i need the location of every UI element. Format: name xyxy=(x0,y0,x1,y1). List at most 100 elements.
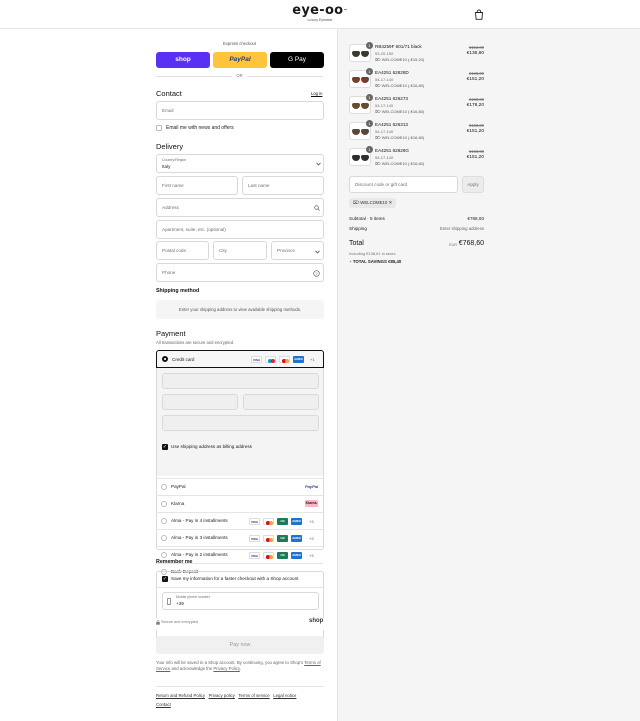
help-icon[interactable]: ? xyxy=(313,270,320,277)
refund-policy-link[interactable]: Return and Refund Policy xyxy=(156,693,205,698)
google-pay-button[interactable]: G Pay xyxy=(270,52,324,68)
name-on-card-field[interactable] xyxy=(162,415,319,431)
delivery-heading: Delivery xyxy=(156,142,184,151)
paypal-button[interactable]: PayPal xyxy=(213,52,267,68)
payment-option-alma-3[interactable]: Alma - Pay in 3 installments VISA CB AME… xyxy=(156,529,323,546)
product-discount: ⌦ WELCOME10 (-€15.20) xyxy=(375,57,425,62)
country-select[interactable]: Country/Region Italy xyxy=(156,154,324,173)
radio[interactable] xyxy=(161,484,167,490)
product-discount: ⌦ WELCOME10 (-€16,80) xyxy=(375,109,425,114)
login-link[interactable]: Log in xyxy=(311,91,322,96)
last-name-placeholder: Last name xyxy=(248,183,270,188)
legal-notice-link[interactable]: Legal notice xyxy=(273,693,296,698)
contact-link[interactable]: Contact xyxy=(156,702,171,707)
remove-discount-icon[interactable]: ✕ xyxy=(388,200,392,205)
mastercard-icon xyxy=(263,552,274,559)
applied-code: WELCOME10 xyxy=(360,200,388,205)
tag-icon: ⌦ xyxy=(353,200,360,205)
alma-4-label: Alma - Pay in 4 installments xyxy=(171,518,228,523)
phone-field[interactable]: Phone ? xyxy=(156,263,324,282)
applied-discount-tag: ⌦ WELCOME10 ✕ xyxy=(349,198,397,208)
amex-icon: AMEX xyxy=(291,552,302,559)
product-name: EA4251 62828D xyxy=(375,70,409,75)
city-field[interactable]: City xyxy=(213,241,267,260)
original-price: €198,00 xyxy=(468,97,484,102)
checkout-page: eye-oo™ Luxury Eyewear Express checkout … xyxy=(0,0,640,721)
security-code-field[interactable] xyxy=(243,394,319,410)
postal-code-field[interactable]: Postal code xyxy=(156,241,209,260)
bag-icon[interactable] xyxy=(474,9,484,20)
apartment-field[interactable]: Apartment, suite, etc. (optional) xyxy=(156,220,324,239)
address-field[interactable]: Address xyxy=(156,198,324,217)
klarna-logo: Klarna. xyxy=(305,500,318,507)
svg-text:?: ? xyxy=(315,271,318,276)
or-separator: OR xyxy=(232,73,247,78)
price: €151,20 xyxy=(466,129,484,134)
radio[interactable] xyxy=(161,552,167,558)
privacy-policy-link[interactable]: Privacy policy xyxy=(209,693,235,698)
terms-of-service-link[interactable]: Terms of service xyxy=(238,693,269,698)
first-name-field[interactable]: First name xyxy=(156,176,238,195)
email-field[interactable]: Email xyxy=(156,101,324,120)
price: €136,80 xyxy=(466,51,484,56)
quantity-badge: 1 xyxy=(366,146,373,153)
alma-3-label: Alma - Pay in 3 installments xyxy=(171,535,228,540)
expiration-date-field[interactable] xyxy=(162,394,238,410)
brand-tagline: Luxury Eyewear xyxy=(307,18,333,22)
lens xyxy=(361,51,369,57)
express-checkout-title: Express checkout xyxy=(222,41,257,46)
country-label: Country/Region xyxy=(162,158,187,162)
payment-option-credit-card[interactable]: Credit card VISA AMEX +1 xyxy=(156,350,324,368)
shipping-label: Shipping xyxy=(349,226,367,231)
product-variant: 54-17-140 xyxy=(375,129,394,134)
newsletter-checkbox[interactable] xyxy=(156,125,162,131)
discount-code: WELCOME10 (-€15.20) xyxy=(381,57,425,62)
mobile-phone-field[interactable]: Mobile phone number +39 xyxy=(162,592,319,610)
product-thumbnail: 1 xyxy=(349,146,373,166)
radio[interactable] xyxy=(161,501,167,507)
phone-placeholder: Phone xyxy=(162,270,176,275)
save-info-checkbox[interactable]: ✓ xyxy=(162,576,168,582)
discount-code-field[interactable]: Discount code or gift card xyxy=(349,176,458,193)
billing-checkbox[interactable]: ✓ xyxy=(162,444,168,450)
product-name: EA4251 626273 xyxy=(375,96,408,101)
privacy-link[interactable]: Privacy Policy xyxy=(213,666,239,671)
discount-code: WELCOME10 (-€16,80) xyxy=(381,109,425,114)
product-name: RB4259F 601/71 black xyxy=(375,44,422,49)
mastercard-icon xyxy=(263,535,274,542)
quantity-badge: 1 xyxy=(366,42,373,49)
product-variant: 54-17-140 xyxy=(375,155,394,160)
payment-option-paypal[interactable]: PayPal PayPal xyxy=(156,478,323,495)
brand-logo[interactable]: eye-oo™ Luxury Eyewear xyxy=(0,4,640,23)
radio[interactable] xyxy=(161,535,167,541)
original-price: €168,00 xyxy=(468,123,484,128)
lens xyxy=(361,103,369,109)
payment-option-alma-4[interactable]: Alma - Pay in 4 installments VISA CB AME… xyxy=(156,512,323,529)
shipping-value: Enter shipping address xyxy=(440,226,484,231)
mobile-value: +39 xyxy=(176,601,184,606)
more-cards: +3 xyxy=(309,536,314,541)
radio[interactable] xyxy=(161,518,167,524)
pay-now-button[interactable]: Pay now xyxy=(156,636,324,654)
shop-pay-button[interactable]: shop xyxy=(156,52,210,68)
last-name-field[interactable]: Last name xyxy=(242,176,324,195)
apply-button[interactable]: Apply xyxy=(462,176,484,193)
billing-label: Use shipping address as billing address xyxy=(171,444,252,449)
payment-option-klarna[interactable]: Klarna Klarna. xyxy=(156,495,323,512)
apartment-placeholder: Apartment, suite, etc. (optional) xyxy=(162,227,226,232)
radio-selected[interactable] xyxy=(162,356,168,362)
cb-icon: CB xyxy=(277,518,288,525)
cb-icon: CB xyxy=(277,552,288,559)
paypal-logo: PayPal xyxy=(305,484,319,489)
more-cards: +3 xyxy=(309,519,314,524)
province-select[interactable]: Province xyxy=(271,241,324,260)
footer-links: Return and Refund Policy Privacy policy … xyxy=(156,693,296,698)
city-placeholder: City xyxy=(219,248,227,253)
visa-icon: VISA xyxy=(249,518,260,525)
lens xyxy=(352,155,360,161)
mastercard-icon xyxy=(263,518,274,525)
original-price: €152,00 xyxy=(468,45,484,50)
remember-me-box: ✓ Save my information for a faster check… xyxy=(156,571,324,641)
card-number-field[interactable] xyxy=(162,373,319,389)
divider xyxy=(156,686,324,687)
